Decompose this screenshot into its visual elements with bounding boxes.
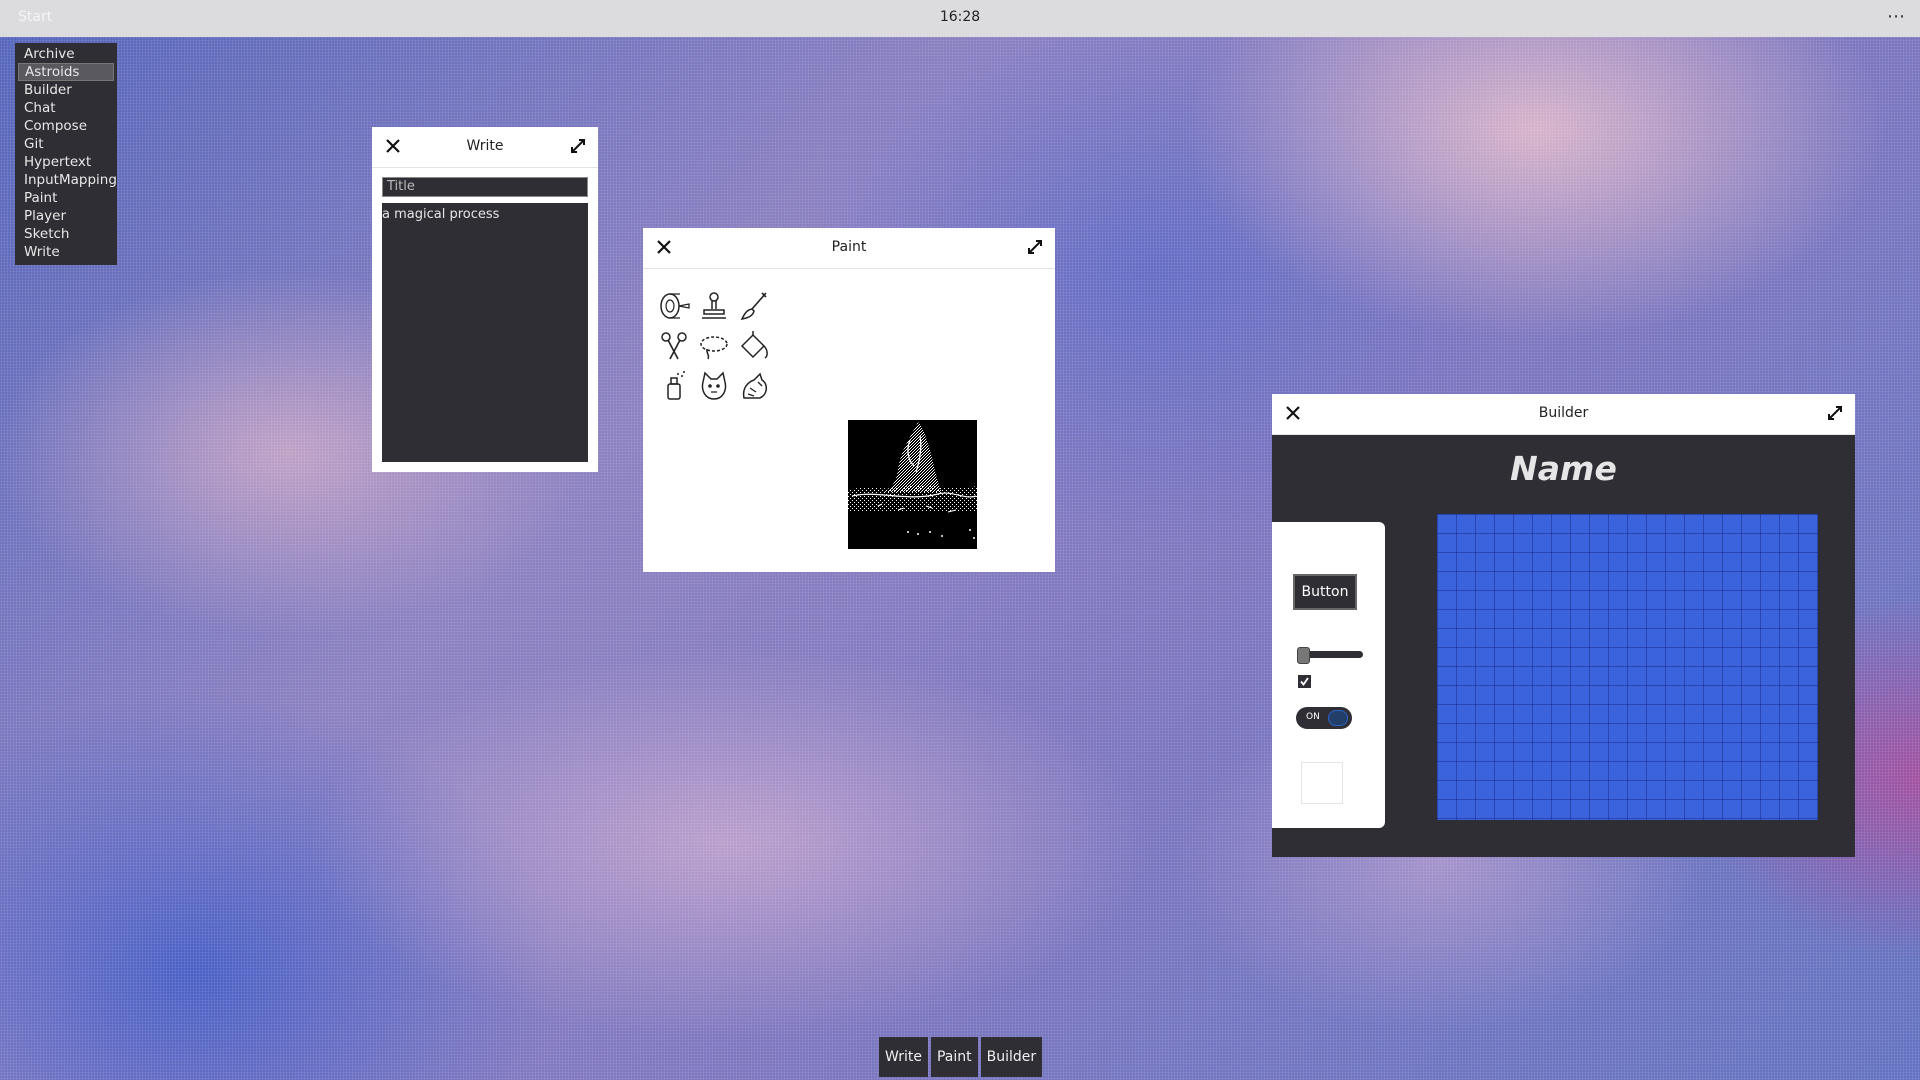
paint-window: Paint (643, 228, 1055, 572)
maximize-icon[interactable] (570, 138, 586, 154)
maximize-icon[interactable] (1027, 239, 1043, 255)
builder-window: Builder Name Button ON (1272, 394, 1855, 857)
top-bar: Start 16:28 ⋯ (0, 0, 1920, 37)
spray-icon[interactable] (658, 370, 690, 402)
more-dots-icon[interactable]: ⋯ (1887, 6, 1906, 27)
menu-item-compose[interactable]: Compose (18, 117, 114, 135)
menu-item-chat[interactable]: Chat (18, 99, 114, 117)
paint-titlebar[interactable]: Paint (643, 228, 1055, 269)
scissors-icon[interactable] (658, 330, 690, 362)
start-button[interactable]: Start (18, 9, 52, 25)
toggle-label: ON (1306, 712, 1320, 722)
tape-roll-icon[interactable] (658, 290, 690, 322)
taskbar-item-builder[interactable]: Builder (980, 1037, 1043, 1077)
maximize-icon[interactable] (1827, 405, 1843, 421)
menu-item-git[interactable]: Git (18, 135, 114, 153)
taskbar-item-paint[interactable]: Paint (930, 1037, 978, 1077)
taskbar: Write Paint Builder (879, 1037, 1043, 1077)
fill-bucket-icon[interactable] (738, 330, 770, 362)
menu-item-builder[interactable]: Builder (18, 81, 114, 99)
window-title: Builder (1538, 405, 1589, 421)
container-widget[interactable] (1301, 762, 1343, 804)
paint-canvas[interactable] (848, 420, 977, 549)
builder-workspace: Name Button ON (1272, 435, 1855, 857)
taskbar-item-write[interactable]: Write (879, 1037, 928, 1077)
window-title: Write (466, 138, 504, 154)
toggle-switch[interactable]: ON (1296, 707, 1352, 729)
document-body-textarea[interactable]: a magical process (382, 203, 588, 462)
menu-item-sketch[interactable]: Sketch (18, 225, 114, 243)
slider-handle[interactable] (1297, 647, 1310, 664)
menu-item-player[interactable]: Player (18, 207, 114, 225)
layout-grid-canvas[interactable] (1437, 514, 1818, 820)
builder-titlebar[interactable]: Builder (1272, 394, 1855, 435)
dragon-icon[interactable] (738, 370, 770, 402)
menu-item-write[interactable]: Write (18, 243, 114, 261)
brush-icon[interactable] (738, 290, 770, 322)
checkbox[interactable] (1298, 675, 1311, 688)
menu-item-archive[interactable]: Archive (18, 45, 114, 63)
toggle-knob (1328, 710, 1348, 726)
name-heading[interactable]: Name (1272, 449, 1855, 488)
demo-button[interactable]: Button (1293, 574, 1357, 610)
cat-icon[interactable] (698, 370, 730, 402)
menu-item-paint[interactable]: Paint (18, 189, 114, 207)
clock: 16:28 (939, 9, 981, 25)
stamp-icon[interactable] (698, 290, 730, 322)
window-title: Paint (831, 239, 867, 255)
start-menu: Archive Astroids Builder Chat Compose Gi… (15, 43, 117, 265)
menu-item-inputmapping[interactable]: InputMapping (18, 171, 117, 189)
write-window: Write Title a magical process (372, 127, 598, 472)
lasso-icon[interactable] (698, 330, 730, 362)
widget-palette: Button ON (1272, 522, 1385, 828)
menu-item-hypertext[interactable]: Hypertext (18, 153, 114, 171)
title-input[interactable]: Title (382, 177, 588, 197)
menu-item-astroids[interactable]: Astroids (18, 63, 114, 81)
canvas-drawing (848, 422, 977, 539)
write-titlebar[interactable]: Write (372, 127, 598, 168)
